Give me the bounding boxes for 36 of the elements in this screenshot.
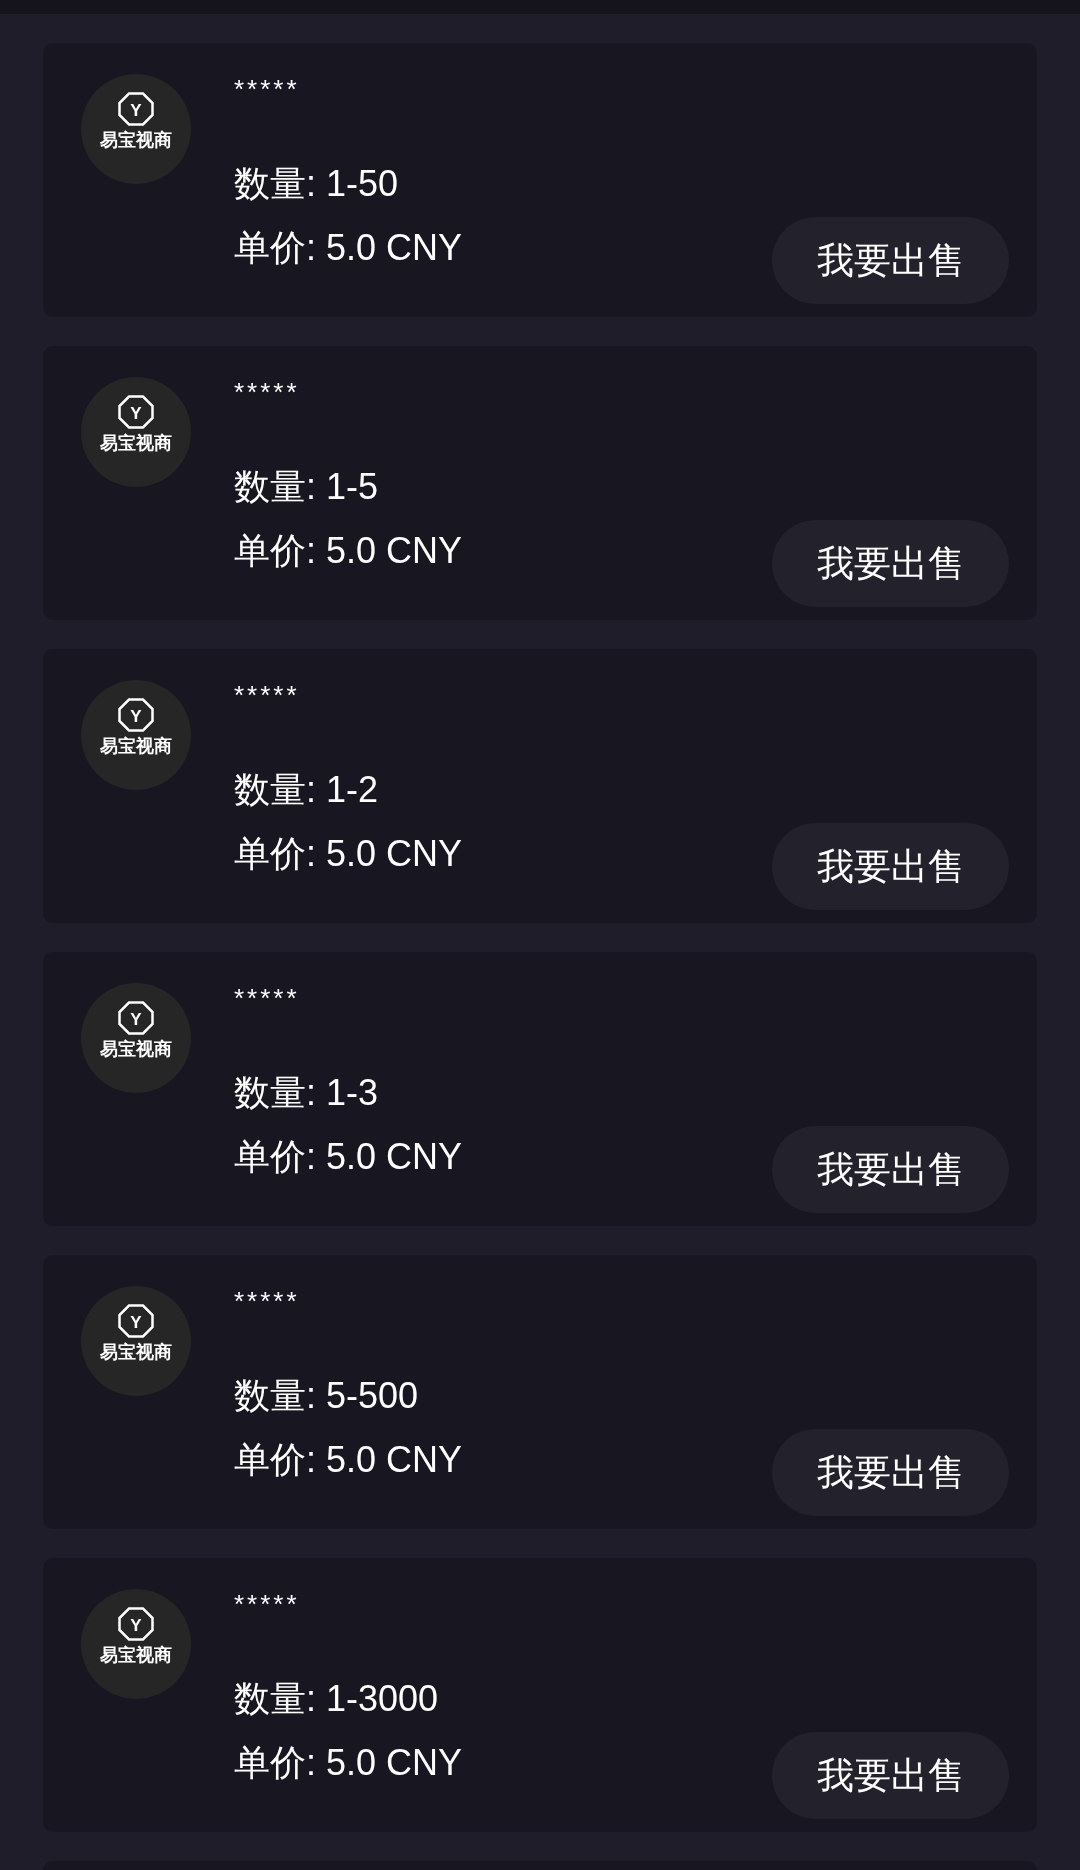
sell-button[interactable]: 我要出售 xyxy=(772,1126,1009,1213)
price-text: 单价: 5.0 CNY xyxy=(234,832,463,876)
logo-emblem: Y xyxy=(118,698,154,732)
price-text: 单价: 5.0 CNY xyxy=(234,1135,463,1179)
sell-button[interactable]: 我要出售 xyxy=(772,520,1009,607)
logo-name: 易宝视商 xyxy=(100,1644,172,1666)
price-text: 单价: 5.0 CNY xyxy=(234,1438,463,1482)
quantity-text: 数量: 1-50 xyxy=(234,162,399,206)
logo-name: 易宝视商 xyxy=(100,1341,172,1363)
logo-emblem: Y xyxy=(118,1001,154,1035)
logo-emblem: Y xyxy=(118,92,154,126)
logo-name: 易宝视商 xyxy=(100,129,172,151)
logo-name: 易宝视商 xyxy=(100,432,172,454)
logo-name: 易宝视商 xyxy=(100,1038,172,1060)
sell-button[interactable]: 我要出售 xyxy=(772,1429,1009,1516)
price-text: 单价: 5.0 CNY xyxy=(234,226,463,270)
quantity-text: 数量: 1-3000 xyxy=(234,1677,439,1721)
logo-emblem: Y xyxy=(118,1304,154,1338)
quantity-text: 数量: 1-5 xyxy=(234,465,379,509)
seller-name: ***** xyxy=(234,377,300,407)
quantity-text: 数量: 1-3 xyxy=(234,1071,379,1115)
seller-name: ***** xyxy=(234,1286,300,1316)
price-text: 单价: 5.0 CNY xyxy=(234,1741,463,1785)
seller-name: ***** xyxy=(234,1589,300,1619)
seller-name: ***** xyxy=(234,983,300,1013)
seller-name: ***** xyxy=(234,74,300,104)
sell-button[interactable]: 我要出售 xyxy=(772,823,1009,910)
quantity-text: 数量: 1-2 xyxy=(234,768,379,812)
quantity-text: 数量: 5-500 xyxy=(234,1374,419,1418)
sell-button[interactable]: 我要出售 xyxy=(772,1732,1009,1819)
sell-button[interactable]: 我要出售 xyxy=(772,217,1009,304)
logo-emblem: Y xyxy=(118,395,154,429)
logo-emblem: Y xyxy=(118,1607,154,1641)
logo-name: 易宝视商 xyxy=(100,735,172,757)
seller-name: ***** xyxy=(234,680,300,710)
price-text: 单价: 5.0 CNY xyxy=(234,529,463,573)
